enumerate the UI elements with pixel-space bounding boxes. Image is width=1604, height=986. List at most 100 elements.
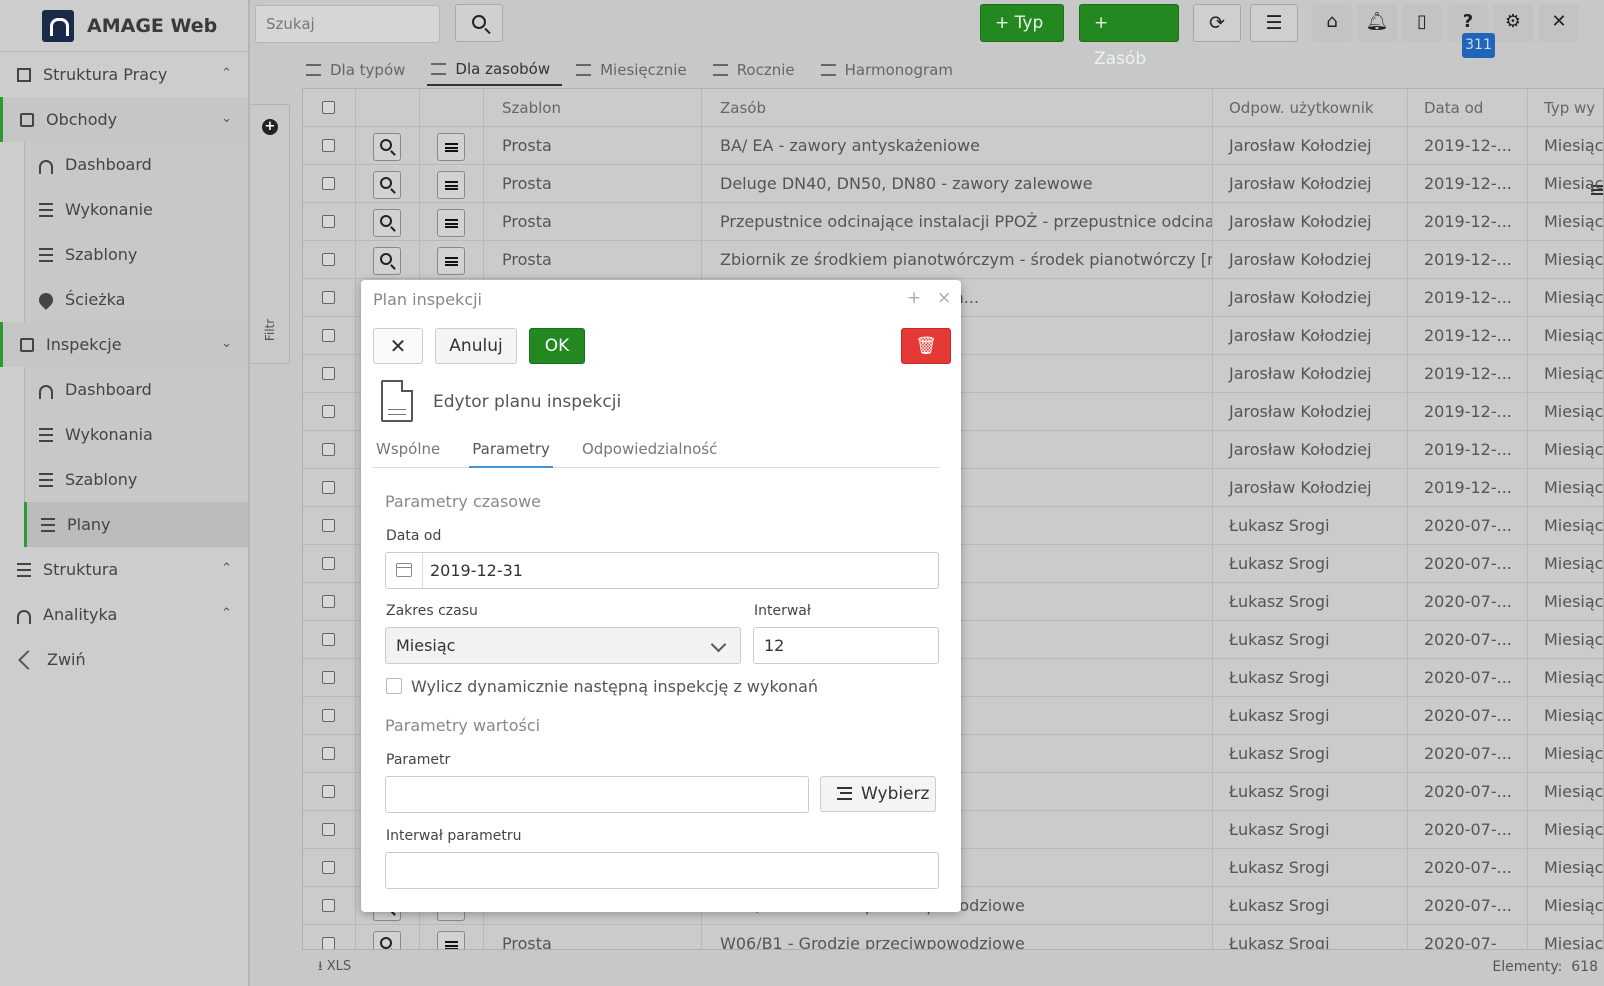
row-checkbox[interactable] xyxy=(322,823,335,836)
sidebar-item-0[interactable]: Struktura Pracy ⌃ xyxy=(0,52,248,97)
select-all-checkbox[interactable] xyxy=(322,101,335,114)
row-select-cell xyxy=(303,469,356,507)
column-header[interactable]: Odpow. użytkownik xyxy=(1213,89,1408,127)
export-xls-button[interactable]: ⭳ XLS xyxy=(318,950,351,984)
sidebar-item-11[interactable]: Struktura ⌃ xyxy=(0,547,248,592)
sidebar-item-10[interactable]: Plany xyxy=(24,502,248,547)
dashboard-icon xyxy=(39,384,53,399)
row-checkbox[interactable] xyxy=(322,519,335,532)
param-interval-input[interactable] xyxy=(385,852,939,889)
sidebar-item-8[interactable]: Wykonania xyxy=(24,412,248,457)
column-header[interactable]: Typ wy xyxy=(1528,89,1603,127)
row-checkbox[interactable] xyxy=(322,937,335,949)
row-checkbox[interactable] xyxy=(322,367,335,380)
sidebar-item-3[interactable]: Wykonanie xyxy=(24,187,248,232)
table-row[interactable]: Prosta Przepustnice odcinające instalacji… xyxy=(303,203,1603,241)
row-checkbox[interactable] xyxy=(322,253,335,266)
column-header[interactable]: Szablon xyxy=(484,89,702,127)
sidebar-item-2[interactable]: Dashboard xyxy=(24,142,248,187)
table-row[interactable]: Prosta BA/ EA - zawory antyskażeniowe Jaro… xyxy=(303,127,1603,165)
close-button[interactable]: ✕ xyxy=(1539,4,1579,42)
add-filter-icon[interactable]: + xyxy=(262,119,278,135)
date-from-input[interactable]: 2019-12-31 xyxy=(385,552,939,589)
table-row[interactable]: Prosta Deluge DN40, DN50, DN80 - zawory z… xyxy=(303,165,1603,203)
sidebar-item-12[interactable]: Analityka ⌃ xyxy=(0,592,248,637)
delete-button[interactable]: 🗑︎ xyxy=(901,328,951,364)
sidebar-item-6[interactable]: Inspekcje ⌄ xyxy=(0,322,248,367)
notifications-button[interactable]: 🔔︎ xyxy=(1357,4,1397,42)
table-row[interactable]: Prosta Zbiornik ze środkiem pianotwórczym… xyxy=(303,241,1603,279)
row-menu-button[interactable] xyxy=(437,931,465,949)
sidebar-item-7[interactable]: Dashboard xyxy=(24,367,248,412)
sidebar-item-1[interactable]: Obchody ⌄ xyxy=(0,97,248,142)
maximize-icon[interactable]: + xyxy=(907,288,921,308)
row-checkbox[interactable] xyxy=(322,785,335,798)
dialog-close-icon[interactable]: × xyxy=(937,288,951,308)
refresh-button[interactable]: ⟳ xyxy=(1193,4,1241,42)
row-menu-button[interactable] xyxy=(437,171,465,199)
tab-0[interactable]: Dla typów xyxy=(302,54,417,86)
row-checkbox[interactable] xyxy=(322,177,335,190)
table-row[interactable]: ProstaW06/B1 - Grodzie przeciwpowodziowe… xyxy=(303,925,1603,949)
row-checkbox[interactable] xyxy=(322,405,335,418)
row-cell: Jarosław Kołodziej xyxy=(1213,165,1408,203)
pin-icon xyxy=(36,289,56,310)
column-header[interactable]: Zasób xyxy=(702,89,1213,127)
row-checkbox[interactable] xyxy=(322,633,335,646)
row-preview-button[interactable] xyxy=(373,247,401,275)
row-preview-button[interactable] xyxy=(373,171,401,199)
column-header[interactable]: Data od xyxy=(1408,89,1528,127)
row-checkbox[interactable] xyxy=(322,443,335,456)
row-checkbox[interactable] xyxy=(322,329,335,342)
row-select-cell xyxy=(303,241,356,279)
dialog-tab-2[interactable]: Odpowiedzialność xyxy=(579,436,720,468)
row-checkbox[interactable] xyxy=(322,557,335,570)
brand[interactable]: AMAGE Web xyxy=(0,0,248,52)
ok-button[interactable]: OK xyxy=(529,328,585,364)
filter-panel-toggle[interactable]: + Filtr xyxy=(250,104,290,364)
row-checkbox[interactable] xyxy=(322,481,335,494)
home-button[interactable]: ⌂ xyxy=(1312,4,1352,42)
row-checkbox[interactable] xyxy=(322,291,335,304)
tab-4[interactable]: Harmonogram xyxy=(817,54,965,86)
tab-3[interactable]: Rocznie xyxy=(709,54,807,86)
tab-1[interactable]: Dla zasobów xyxy=(427,54,563,86)
range-select[interactable]: Miesiąc xyxy=(385,627,741,664)
search-input[interactable]: Szukaj xyxy=(255,5,440,43)
parameter-input[interactable] xyxy=(385,776,809,813)
search-button[interactable] xyxy=(455,4,503,42)
dialog-tab-0[interactable]: Wspólne xyxy=(373,436,443,468)
tab-2[interactable]: Miesięcznie xyxy=(572,54,699,86)
cancel-button[interactable]: Anuluj xyxy=(435,328,517,364)
sidebar-item-13[interactable]: Zwiń xyxy=(0,637,248,682)
row-menu-button[interactable] xyxy=(437,209,465,237)
settings-button[interactable]: ⚙ xyxy=(1493,4,1533,42)
menu-button[interactable]: ☰ xyxy=(1250,4,1298,42)
discard-button[interactable]: ✕ xyxy=(373,328,423,364)
filter-label[interactable]: Filtr xyxy=(263,319,277,341)
sidebar-item-5[interactable]: Ścieżka xyxy=(24,277,248,322)
row-checkbox[interactable] xyxy=(322,215,335,228)
row-preview-button[interactable] xyxy=(373,133,401,161)
add-type-button[interactable]: + Typ xyxy=(980,4,1064,42)
row-checkbox[interactable] xyxy=(322,595,335,608)
add-resource-button[interactable]: + Zasób xyxy=(1079,4,1179,69)
interval-input[interactable]: 12 xyxy=(753,627,939,664)
sidebar-item-9[interactable]: Szablony xyxy=(24,457,248,502)
row-checkbox[interactable] xyxy=(322,709,335,722)
mobile-button[interactable]: ▯ xyxy=(1402,4,1442,42)
dynamic-next-checkbox[interactable] xyxy=(386,678,402,694)
row-menu-button[interactable] xyxy=(437,247,465,275)
row-checkbox[interactable] xyxy=(322,747,335,760)
row-menu-button[interactable] xyxy=(437,133,465,161)
row-checkbox[interactable] xyxy=(322,899,335,912)
row-checkbox[interactable] xyxy=(322,671,335,684)
row-checkbox[interactable] xyxy=(322,139,335,152)
row-checkbox[interactable] xyxy=(322,861,335,874)
row-preview-button[interactable] xyxy=(373,209,401,237)
dialog-tab-1[interactable]: Parametry xyxy=(469,436,553,468)
row-preview-button[interactable] xyxy=(373,931,401,949)
calendar-icon[interactable] xyxy=(396,563,412,577)
choose-parameter-button[interactable]: Wybierz xyxy=(820,776,936,812)
sidebar-item-4[interactable]: Szablony xyxy=(24,232,248,277)
